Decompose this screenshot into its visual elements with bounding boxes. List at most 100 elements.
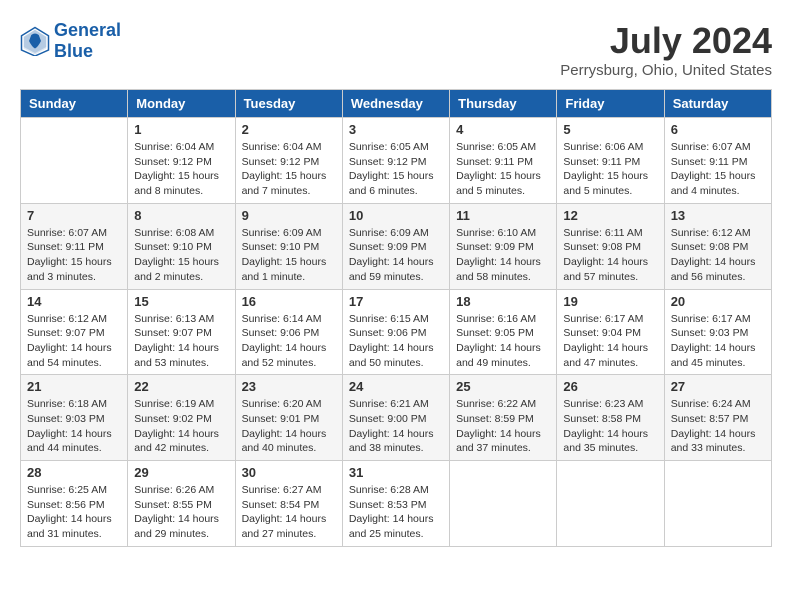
day-number: 12 xyxy=(563,208,657,223)
day-info: Sunrise: 6:04 AMSunset: 9:12 PMDaylight:… xyxy=(134,140,228,199)
calendar-cell: 20 Sunrise: 6:17 AMSunset: 9:03 PMDaylig… xyxy=(664,289,771,375)
calendar-header-row: Sunday Monday Tuesday Wednesday Thursday… xyxy=(21,90,772,118)
day-number: 5 xyxy=(563,122,657,137)
calendar-cell: 7 Sunrise: 6:07 AMSunset: 9:11 PMDayligh… xyxy=(21,203,128,289)
calendar-cell xyxy=(21,118,128,204)
calendar-cell: 1 Sunrise: 6:04 AMSunset: 9:12 PMDayligh… xyxy=(128,118,235,204)
day-number: 17 xyxy=(349,294,443,309)
day-number: 4 xyxy=(456,122,550,137)
col-wednesday: Wednesday xyxy=(342,90,449,118)
col-tuesday: Tuesday xyxy=(235,90,342,118)
logo: General Blue xyxy=(20,20,121,62)
day-number: 20 xyxy=(671,294,765,309)
calendar-cell: 10 Sunrise: 6:09 AMSunset: 9:09 PMDaylig… xyxy=(342,203,449,289)
calendar-cell xyxy=(450,461,557,547)
day-info: Sunrise: 6:06 AMSunset: 9:11 PMDaylight:… xyxy=(563,140,657,199)
calendar-cell: 15 Sunrise: 6:13 AMSunset: 9:07 PMDaylig… xyxy=(128,289,235,375)
day-info: Sunrise: 6:20 AMSunset: 9:01 PMDaylight:… xyxy=(242,397,336,456)
calendar-cell xyxy=(664,461,771,547)
location-subtitle: Perrysburg, Ohio, United States xyxy=(560,62,772,79)
day-number: 31 xyxy=(349,465,443,480)
day-number: 8 xyxy=(134,208,228,223)
day-number: 9 xyxy=(242,208,336,223)
day-number: 23 xyxy=(242,379,336,394)
title-block: July 2024 Perrysburg, Ohio, United State… xyxy=(560,20,772,79)
page-header: General Blue July 2024 Perrysburg, Ohio,… xyxy=(20,20,772,79)
day-number: 16 xyxy=(242,294,336,309)
day-info: Sunrise: 6:14 AMSunset: 9:06 PMDaylight:… xyxy=(242,312,336,371)
calendar-week-row: 21 Sunrise: 6:18 AMSunset: 9:03 PMDaylig… xyxy=(21,375,772,461)
day-info: Sunrise: 6:11 AMSunset: 9:08 PMDaylight:… xyxy=(563,226,657,285)
day-number: 11 xyxy=(456,208,550,223)
calendar-cell: 30 Sunrise: 6:27 AMSunset: 8:54 PMDaylig… xyxy=(235,461,342,547)
day-info: Sunrise: 6:19 AMSunset: 9:02 PMDaylight:… xyxy=(134,397,228,456)
calendar-cell: 17 Sunrise: 6:15 AMSunset: 9:06 PMDaylig… xyxy=(342,289,449,375)
day-number: 7 xyxy=(27,208,121,223)
day-info: Sunrise: 6:16 AMSunset: 9:05 PMDaylight:… xyxy=(456,312,550,371)
col-saturday: Saturday xyxy=(664,90,771,118)
day-number: 6 xyxy=(671,122,765,137)
day-number: 18 xyxy=(456,294,550,309)
calendar-cell xyxy=(557,461,664,547)
day-number: 25 xyxy=(456,379,550,394)
day-info: Sunrise: 6:28 AMSunset: 8:53 PMDaylight:… xyxy=(349,483,443,542)
calendar-cell: 31 Sunrise: 6:28 AMSunset: 8:53 PMDaylig… xyxy=(342,461,449,547)
month-year-title: July 2024 xyxy=(560,20,772,62)
day-number: 2 xyxy=(242,122,336,137)
day-info: Sunrise: 6:24 AMSunset: 8:57 PMDaylight:… xyxy=(671,397,765,456)
calendar-cell: 22 Sunrise: 6:19 AMSunset: 9:02 PMDaylig… xyxy=(128,375,235,461)
day-number: 19 xyxy=(563,294,657,309)
calendar-cell: 6 Sunrise: 6:07 AMSunset: 9:11 PMDayligh… xyxy=(664,118,771,204)
day-info: Sunrise: 6:09 AMSunset: 9:10 PMDaylight:… xyxy=(242,226,336,285)
day-info: Sunrise: 6:10 AMSunset: 9:09 PMDaylight:… xyxy=(456,226,550,285)
calendar-week-row: 28 Sunrise: 6:25 AMSunset: 8:56 PMDaylig… xyxy=(21,461,772,547)
day-info: Sunrise: 6:08 AMSunset: 9:10 PMDaylight:… xyxy=(134,226,228,285)
day-info: Sunrise: 6:05 AMSunset: 9:12 PMDaylight:… xyxy=(349,140,443,199)
calendar-week-row: 7 Sunrise: 6:07 AMSunset: 9:11 PMDayligh… xyxy=(21,203,772,289)
calendar-cell: 18 Sunrise: 6:16 AMSunset: 9:05 PMDaylig… xyxy=(450,289,557,375)
calendar-table: Sunday Monday Tuesday Wednesday Thursday… xyxy=(20,89,772,547)
day-number: 30 xyxy=(242,465,336,480)
day-info: Sunrise: 6:07 AMSunset: 9:11 PMDaylight:… xyxy=(27,226,121,285)
calendar-cell: 27 Sunrise: 6:24 AMSunset: 8:57 PMDaylig… xyxy=(664,375,771,461)
calendar-cell: 12 Sunrise: 6:11 AMSunset: 9:08 PMDaylig… xyxy=(557,203,664,289)
calendar-cell: 4 Sunrise: 6:05 AMSunset: 9:11 PMDayligh… xyxy=(450,118,557,204)
day-info: Sunrise: 6:05 AMSunset: 9:11 PMDaylight:… xyxy=(456,140,550,199)
day-number: 22 xyxy=(134,379,228,394)
col-sunday: Sunday xyxy=(21,90,128,118)
col-monday: Monday xyxy=(128,90,235,118)
day-number: 15 xyxy=(134,294,228,309)
day-info: Sunrise: 6:25 AMSunset: 8:56 PMDaylight:… xyxy=(27,483,121,542)
calendar-cell: 2 Sunrise: 6:04 AMSunset: 9:12 PMDayligh… xyxy=(235,118,342,204)
day-number: 14 xyxy=(27,294,121,309)
day-info: Sunrise: 6:18 AMSunset: 9:03 PMDaylight:… xyxy=(27,397,121,456)
calendar-week-row: 14 Sunrise: 6:12 AMSunset: 9:07 PMDaylig… xyxy=(21,289,772,375)
day-info: Sunrise: 6:13 AMSunset: 9:07 PMDaylight:… xyxy=(134,312,228,371)
calendar-cell: 29 Sunrise: 6:26 AMSunset: 8:55 PMDaylig… xyxy=(128,461,235,547)
day-number: 21 xyxy=(27,379,121,394)
day-number: 24 xyxy=(349,379,443,394)
day-number: 29 xyxy=(134,465,228,480)
day-info: Sunrise: 6:17 AMSunset: 9:04 PMDaylight:… xyxy=(563,312,657,371)
logo-icon xyxy=(20,26,50,56)
calendar-cell: 9 Sunrise: 6:09 AMSunset: 9:10 PMDayligh… xyxy=(235,203,342,289)
day-info: Sunrise: 6:12 AMSunset: 9:07 PMDaylight:… xyxy=(27,312,121,371)
col-thursday: Thursday xyxy=(450,90,557,118)
day-info: Sunrise: 6:15 AMSunset: 9:06 PMDaylight:… xyxy=(349,312,443,371)
day-info: Sunrise: 6:26 AMSunset: 8:55 PMDaylight:… xyxy=(134,483,228,542)
calendar-cell: 19 Sunrise: 6:17 AMSunset: 9:04 PMDaylig… xyxy=(557,289,664,375)
calendar-cell: 25 Sunrise: 6:22 AMSunset: 8:59 PMDaylig… xyxy=(450,375,557,461)
day-info: Sunrise: 6:07 AMSunset: 9:11 PMDaylight:… xyxy=(671,140,765,199)
day-info: Sunrise: 6:04 AMSunset: 9:12 PMDaylight:… xyxy=(242,140,336,199)
day-info: Sunrise: 6:09 AMSunset: 9:09 PMDaylight:… xyxy=(349,226,443,285)
calendar-cell: 23 Sunrise: 6:20 AMSunset: 9:01 PMDaylig… xyxy=(235,375,342,461)
day-number: 26 xyxy=(563,379,657,394)
calendar-cell: 8 Sunrise: 6:08 AMSunset: 9:10 PMDayligh… xyxy=(128,203,235,289)
day-number: 27 xyxy=(671,379,765,394)
calendar-cell: 21 Sunrise: 6:18 AMSunset: 9:03 PMDaylig… xyxy=(21,375,128,461)
day-number: 3 xyxy=(349,122,443,137)
day-number: 13 xyxy=(671,208,765,223)
logo-text: General Blue xyxy=(54,20,121,62)
day-info: Sunrise: 6:12 AMSunset: 9:08 PMDaylight:… xyxy=(671,226,765,285)
calendar-cell: 3 Sunrise: 6:05 AMSunset: 9:12 PMDayligh… xyxy=(342,118,449,204)
